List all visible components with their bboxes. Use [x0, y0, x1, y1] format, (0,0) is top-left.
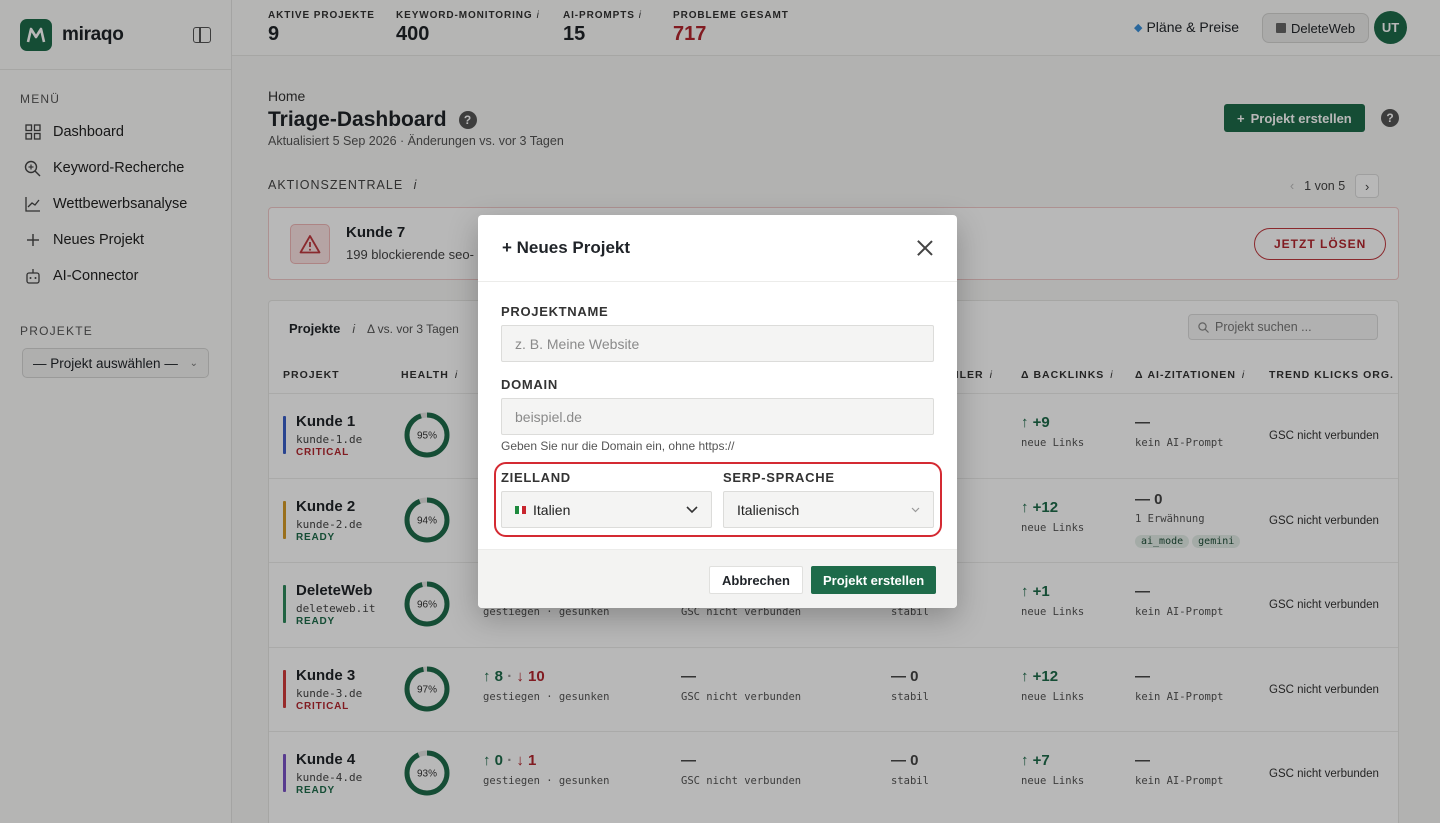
country-value: Italien	[533, 501, 571, 518]
new-project-modal: + Neues Projekt PROJEKTNAME z. B. Meine …	[478, 215, 957, 608]
domain-input[interactable]: beispiel.de	[501, 398, 934, 435]
language-value: Italienisch	[737, 501, 800, 518]
country-label: ZIELLAND	[501, 470, 571, 485]
cancel-button[interactable]: Abbrechen	[709, 566, 803, 594]
chevron-down-icon	[911, 507, 920, 512]
submit-project-button[interactable]: Projekt erstellen	[811, 566, 937, 594]
modal-footer: Abbrechen Projekt erstellen	[478, 549, 957, 608]
project-name-label: PROJEKTNAME	[501, 304, 609, 319]
chevron-down-icon	[686, 505, 698, 513]
language-select[interactable]: Italienisch	[723, 491, 934, 528]
domain-hint: Geben Sie nur die Domain ein, ohne https…	[501, 439, 735, 453]
domain-label: DOMAIN	[501, 377, 558, 392]
country-select[interactable]: Italien	[501, 491, 712, 528]
modal-header: + Neues Projekt	[478, 215, 957, 282]
project-name-input[interactable]: z. B. Meine Website	[501, 325, 934, 362]
domain-placeholder: beispiel.de	[515, 408, 582, 425]
language-label: SERP-SPRACHE	[723, 470, 835, 485]
close-icon[interactable]	[917, 240, 933, 256]
plus-icon: +	[502, 238, 517, 257]
project-name-placeholder: z. B. Meine Website	[515, 335, 640, 352]
italy-flag-icon	[515, 505, 527, 514]
modal-title: + Neues Projekt	[502, 238, 631, 257]
